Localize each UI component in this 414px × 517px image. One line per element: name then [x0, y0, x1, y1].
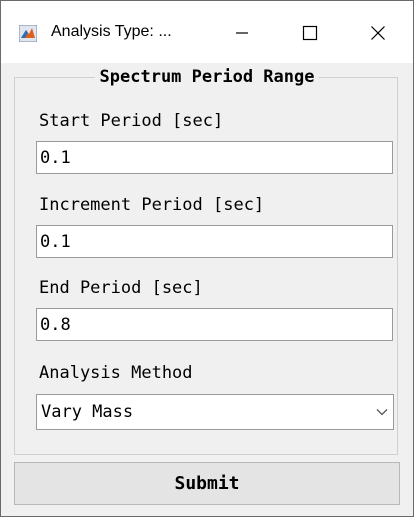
analysis-method-value: Vary Mass — [41, 402, 134, 422]
title-bar[interactable]: Analysis Type: ... — [1, 1, 413, 63]
end-period-label: End Period [sec] — [39, 278, 203, 298]
chevron-down-icon — [376, 409, 388, 416]
dropdown-arrow[interactable] — [371, 395, 393, 429]
end-period-input[interactable] — [36, 308, 393, 341]
minimize-button[interactable] — [219, 15, 265, 51]
maximize-icon — [302, 25, 318, 41]
close-icon — [371, 26, 385, 40]
minimize-icon — [236, 32, 248, 34]
matlab-icon — [19, 25, 37, 42]
increment-period-input[interactable] — [36, 225, 393, 258]
analysis-method-select[interactable]: Vary Mass — [36, 394, 394, 430]
start-period-label: Start Period [sec] — [39, 111, 224, 131]
window-title: Analysis Type: ... — [51, 23, 172, 40]
increment-period-label: Increment Period [sec] — [39, 195, 265, 215]
start-period-input[interactable] — [36, 141, 393, 174]
submit-button[interactable]: Submit — [14, 462, 400, 505]
analysis-method-label: Analysis Method — [39, 363, 193, 383]
close-button[interactable] — [355, 15, 401, 51]
dialog-window: Analysis Type: ... Spectrum Period Range… — [0, 0, 414, 517]
maximize-button[interactable] — [287, 15, 333, 51]
